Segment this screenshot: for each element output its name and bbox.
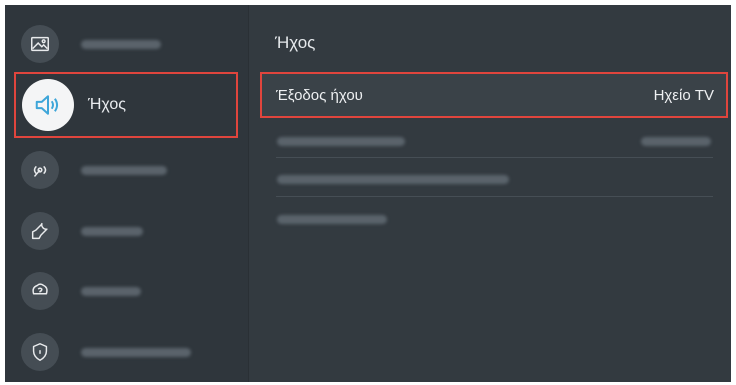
blurred-label <box>81 39 161 49</box>
sound-settings-panel: Ήχος Έξοδος ήχου Ηχείο TV <box>249 5 731 382</box>
blurred-label <box>81 226 143 236</box>
picture-icon <box>21 25 59 63</box>
sidebar-item-label <box>81 36 161 53</box>
shield-icon <box>21 333 59 371</box>
sidebar-item-privacy[interactable] <box>5 333 248 371</box>
sidebar-item-general[interactable] <box>5 212 248 250</box>
sidebar-item-label: Ήχος <box>88 96 126 113</box>
row-value: Ηχείο TV <box>653 86 714 104</box>
sound-output-row[interactable]: Έξοδος ήχου Ηχείο TV <box>260 72 728 118</box>
settings-sidebar: Ήχος <box>5 5 249 382</box>
blurred-label <box>81 347 191 357</box>
blurred-label <box>277 174 509 184</box>
support-icon <box>21 272 59 310</box>
blurred-label <box>81 286 141 296</box>
sidebar-item-broadcast[interactable] <box>5 151 248 189</box>
sound-icon <box>22 79 74 131</box>
sidebar-item-label <box>81 344 191 361</box>
page-title: Ήχος <box>275 33 316 52</box>
broadcast-icon <box>21 151 59 189</box>
sidebar-item-label <box>81 223 143 240</box>
blurred-value <box>641 136 711 146</box>
settings-row[interactable] <box>263 198 723 240</box>
row-label: Έξοδος ήχου <box>276 86 363 104</box>
sidebar-item-label <box>81 162 167 179</box>
sidebar-item-support[interactable] <box>5 272 248 310</box>
tv-settings-screen: Ήχος Ήχος Έξοδος ήχου Ηχείο TV <box>5 5 731 382</box>
sidebar-item-sound[interactable]: Ήχος <box>14 72 238 138</box>
blurred-label <box>277 214 387 224</box>
blurred-label <box>277 136 405 146</box>
settings-row[interactable] <box>263 158 723 200</box>
settings-row[interactable] <box>263 120 723 162</box>
sidebar-item-label <box>81 283 141 300</box>
sidebar-item-picture[interactable] <box>5 25 248 63</box>
wrench-icon <box>21 212 59 250</box>
blurred-label <box>81 165 167 175</box>
divider <box>276 196 713 197</box>
